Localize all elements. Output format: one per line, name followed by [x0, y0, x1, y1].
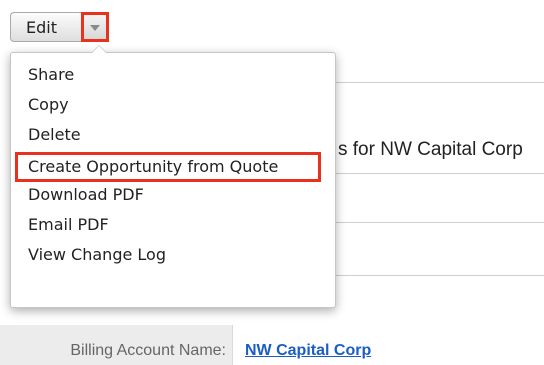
actions-dropdown-menu: Share Copy Delete Create Opportunity fro…	[10, 45, 336, 308]
edit-button[interactable]: Edit	[10, 12, 81, 42]
detail-divider	[336, 222, 544, 223]
menu-item-delete[interactable]: Delete	[28, 125, 81, 145]
actions-dropdown-toggle[interactable]	[81, 12, 109, 42]
billing-account-link[interactable]: NW Capital Corp	[245, 342, 371, 360]
menu-item-create-opportunity[interactable]: Create Opportunity from Quote	[15, 152, 321, 182]
chevron-down-icon	[90, 25, 100, 31]
billing-account-label-cell: Billing Account Name:	[0, 325, 233, 365]
menu-item-download-pdf[interactable]: Download PDF	[28, 185, 144, 205]
record-title-partial: s for NW Capital Corp	[338, 139, 523, 160]
menu-item-email-pdf[interactable]: Email PDF	[28, 215, 109, 235]
menu-item-view-change-log[interactable]: View Change Log	[28, 245, 166, 265]
menu-pointer	[92, 46, 106, 53]
quote-record-view: s for NW Capital Corp Billing Account Na…	[0, 0, 544, 365]
detail-divider	[336, 275, 544, 276]
billing-account-label: Billing Account Name:	[70, 342, 226, 359]
detail-divider	[336, 82, 544, 83]
detail-divider	[336, 173, 544, 174]
menu-item-copy[interactable]: Copy	[28, 95, 69, 115]
billing-account-row: Billing Account Name: NW Capital Corp	[0, 325, 544, 365]
menu-item-share[interactable]: Share	[28, 65, 74, 85]
